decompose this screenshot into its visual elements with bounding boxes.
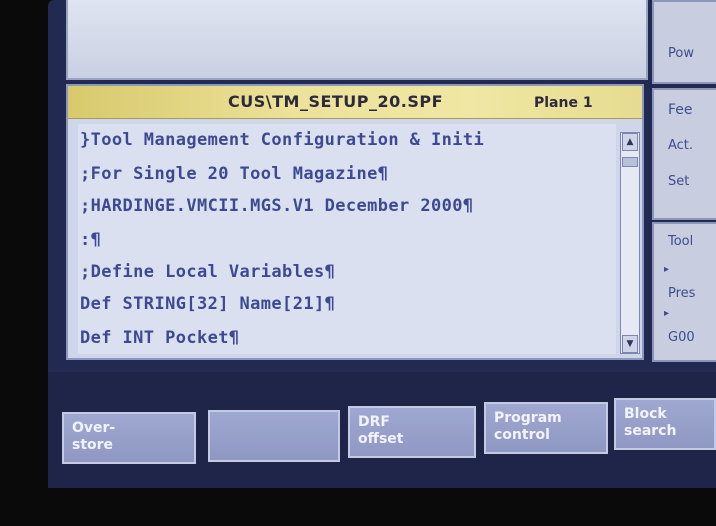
code-line[interactable]: ;Define Local Variables¶ [80,262,335,282]
plane-label: Plane 1 [534,95,593,111]
g00-label: G00 [668,330,695,345]
block-search-softkey[interactable]: Block search [614,398,716,450]
monitor-bezel-bottom [0,488,716,526]
actual-feed-label: Act. [668,138,694,153]
file-title: CUS\TM_SETUP_20.SPF [228,92,444,111]
tool-label: Tool [668,234,694,249]
arrow-icon: ▸ [664,308,670,319]
code-area[interactable]: }Tool Management Configuration & Initi ;… [78,124,616,354]
tool-box: Tool ▸ Pres ▸ G00 [652,222,716,362]
code-line[interactable]: Def INT Pocket¶ [80,328,240,348]
top-display-panel [66,0,648,80]
code-line[interactable]: Def STRING[32] Name[21]¶ [80,294,335,314]
drf-offset-softkey[interactable]: DRF offset [348,406,476,458]
code-line[interactable]: ;For Single 20 Tool Magazine¶ [80,164,388,184]
blank-softkey[interactable] [208,410,340,462]
scroll-thumb[interactable] [622,157,638,167]
scroll-up-icon[interactable]: ▲ [622,133,638,151]
program-control-softkey[interactable]: Program control [484,402,608,454]
editor-header: CUS\TM_SETUP_20.SPF Plane 1 [68,86,642,119]
power-box: Pow [652,0,716,84]
scroll-down-icon[interactable]: ▼ [622,335,638,353]
program-editor: CUS\TM_SETUP_20.SPF Plane 1 }Tool Manage… [66,84,644,360]
overstore-softkey[interactable]: Over- store [62,412,196,464]
feed-box: Fee Act. Set [652,88,716,220]
code-line[interactable]: }Tool Management Configuration & Initi [80,130,484,150]
preset-label: Pres [668,286,696,301]
feed-label: Fee [668,102,693,118]
code-line[interactable]: ;HARDINGE.VMCII.MGS.V1 December 2000¶ [80,196,474,216]
right-status-panel: Pow Fee Act. Set Tool ▸ Pres ▸ G00 [652,0,716,362]
power-label: Pow [668,46,694,61]
arrow-icon: ▸ [664,264,670,275]
set-feed-label: Set [668,174,690,189]
vertical-scrollbar[interactable]: ▲ ▼ [620,132,640,354]
code-line[interactable]: :¶ [80,230,101,250]
